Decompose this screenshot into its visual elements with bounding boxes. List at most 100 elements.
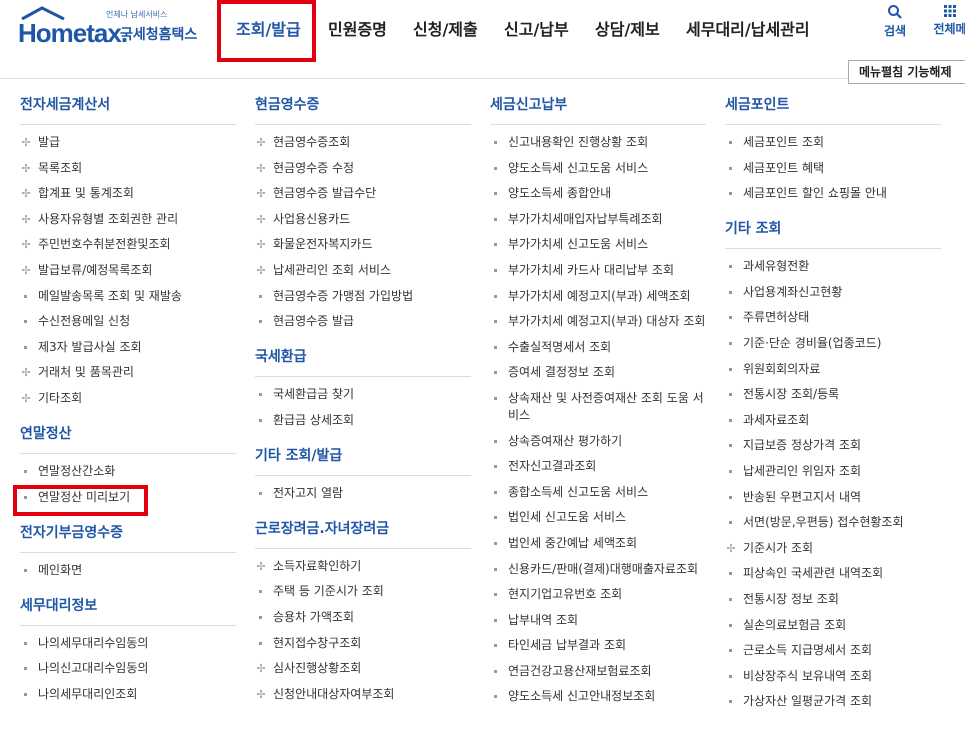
category-title[interactable]: 전자기부금영수증 [20,522,236,553]
square-bullet-icon [729,469,732,473]
nav-item-2[interactable]: 민원증명 [328,16,387,40]
menu-item[interactable]: 위원회회의자료 [725,361,941,378]
menu-item[interactable]: 현지기업고유번호 조회 [490,586,706,603]
nav-item-3[interactable]: 신청/제출 [413,16,478,40]
menu-item[interactable]: 법인세 신고도움 서비스 [490,509,706,526]
menu-item[interactable]: 현금영수증 발급 [255,313,471,330]
menu-item[interactable]: ✢ 소득자료확인하기 [255,558,471,575]
menu-item[interactable]: ✢ 현금영수증 수정 [255,160,471,177]
menu-item[interactable]: ✢ 신청안내대상자여부조회 [255,686,471,703]
menu-item-label: 사업용계좌신고현황 [743,284,843,299]
category-title[interactable]: 근로장려금.자녀장려금 [255,518,471,549]
category-title[interactable]: 기타 조회/발급 [255,445,471,476]
menu-expand-toggle-button[interactable]: 메뉴펼침 기능해제 [848,60,965,84]
menu-item[interactable]: ✢ 현금영수증조회 [255,134,471,151]
menu-item[interactable]: 실손의료보험금 조회 [725,617,941,634]
category-title[interactable]: 세무대리정보 [20,595,236,626]
menu-item[interactable]: 연말정산간소화 [20,463,236,480]
menu-item[interactable]: 양도소득세 종합안내 [490,185,706,202]
category-title[interactable]: 국세환급 [255,346,471,378]
menu-item[interactable]: ✢ 기타조회 [20,390,236,407]
all-menu-button[interactable]: 전체메 [930,4,965,37]
menu-item[interactable]: 현금영수증 가맹점 가입방법 [255,288,471,305]
menu-item[interactable]: ✢ 사업용신용카드 [255,211,471,228]
menu-item[interactable]: 신용카드/판매(결제)대행매출자료조회 [490,561,706,578]
menu-item[interactable]: 종합소득세 신고도움 서비스 [490,484,706,501]
menu-item[interactable]: ✢ 주민번호수취분전환및조회 [20,236,236,253]
menu-item[interactable]: 근로소득 지급명세서 조회 [725,642,941,659]
menu-item[interactable]: 전자신고결과조회 [490,458,706,475]
menu-item[interactable]: 세금포인트 혜택 [725,160,941,177]
menu-item[interactable]: 부가가치세 예정고지(부과) 세액조회 [490,288,706,305]
menu-item[interactable]: 상속증여재산 평가하기 [490,433,706,450]
square-bullet-icon [24,667,27,671]
menu-item[interactable]: 가상자산 일평균가격 조회 [725,693,941,710]
menu-item[interactable]: 전자고지 열람 [255,485,471,502]
menu-item[interactable]: 나의세무대리수임동의 [20,635,236,652]
menu-item[interactable]: 주류면허상태 [725,309,941,326]
menu-item[interactable]: ✢ 화물운전자복지카드 [255,236,471,253]
menu-item[interactable]: 사업용계좌신고현황 [725,284,941,301]
menu-item[interactable]: ✢ 목록조회 [20,160,236,177]
menu-item[interactable]: 서면(방문,우편등) 접수현황조회 [725,514,941,531]
menu-item[interactable]: ✢ 사용자유형별 조회권한 관리 [20,211,236,228]
menu-item[interactable]: 지급보증 정상가격 조회 [725,437,941,454]
menu-item[interactable]: 환급금 상세조회 [255,412,471,429]
menu-item-label: 사업용신용카드 [273,211,351,226]
menu-item[interactable]: 승용차 가액조회 [255,609,471,626]
menu-item[interactable]: 부가가치세매입자납부특례조회 [490,211,706,228]
menu-item[interactable]: 납세관리인 위임자 조회 [725,463,941,480]
menu-item[interactable]: 현지접수창구조회 [255,635,471,652]
search-button[interactable]: 검색 [884,4,906,39]
menu-item[interactable]: 연금건강고용산재보험료조회 [490,663,706,680]
menu-item[interactable]: 나의신고대리수임동의 [20,660,236,677]
menu-item[interactable]: 양도소득세 신고안내정보조회 [490,688,706,705]
menu-item[interactable]: 피상속인 국세관련 내역조회 [725,565,941,582]
nav-item-4[interactable]: 신고/납부 [504,16,569,40]
menu-item[interactable]: 부가가치세 예정고지(부과) 대상자 조회 [490,313,706,330]
menu-item[interactable]: ✢ 납세관리인 조회 서비스 [255,262,471,279]
menu-item[interactable]: 타인세금 납부결과 조회 [490,637,706,654]
nav-item-6[interactable]: 세무대리/납세관리 [686,16,810,40]
nav-item-5[interactable]: 상담/제보 [595,16,660,40]
menu-item[interactable]: 전통시장 조회/등록 [725,386,941,403]
menu-item[interactable]: 과세자료조회 [725,412,941,429]
menu-item[interactable]: ✢ 심사진행상황조회 [255,660,471,677]
category-title[interactable]: 세금신고납부 [490,94,706,125]
menu-item[interactable]: 비상장주식 보유내역 조회 [725,668,941,685]
menu-item[interactable]: 주택 등 기준시가 조회 [255,583,471,600]
menu-item[interactable]: 법인세 중간예납 세액조회 [490,535,706,552]
menu-item[interactable]: 부가가치세 신고도움 서비스 [490,236,706,253]
menu-item[interactable]: ✢ 발급 [20,134,236,151]
menu-item[interactable]: ✢ 합계표 및 통계조회 [20,185,236,202]
menu-item[interactable]: 세금포인트 조회 [725,134,941,151]
menu-item[interactable]: 반송된 우편고지서 내역 [725,489,941,506]
hometax-logo[interactable]: 언제나 납세서비스 Hometax. 국세청홈택스 [18,4,208,48]
category-title[interactable]: 기타 조회 [725,218,941,250]
category-title[interactable]: 전자세금계산서 [20,94,236,125]
menu-item[interactable]: 메일발송목록 조회 및 재발송 [20,288,236,305]
menu-item[interactable]: 상속재산 및 사전증여재산 조회 도움 서비스 [490,390,706,424]
menu-item[interactable]: 국세환급금 찾기 [255,386,471,403]
menu-item[interactable]: 기준·단순 경비율(업종코드) [725,335,941,352]
menu-item[interactable]: 양도소득세 신고도움 서비스 [490,160,706,177]
menu-item[interactable]: 신고내용확인 진행상황 조회 [490,134,706,151]
menu-item[interactable]: 메인화면 [20,562,236,579]
menu-item[interactable]: 부가가치세 카드사 대리납부 조회 [490,262,706,279]
menu-item[interactable]: 세금포인트 할인 쇼핑몰 안내 [725,185,941,202]
menu-item[interactable]: 수신전용메일 신청 [20,313,236,330]
menu-item[interactable]: ✢ 현금영수증 발급수단 [255,185,471,202]
category-title[interactable]: 연말정산 [20,423,236,454]
menu-item[interactable]: 나의세무대리인조회 [20,686,236,703]
menu-item[interactable]: ✢ 발급보류/예정목록조회 [20,262,236,279]
category-title[interactable]: 현금영수증 [255,94,471,125]
menu-item[interactable]: ✢ 기준시가 조회 [725,540,941,557]
menu-item[interactable]: 증여세 결정정보 조회 [490,364,706,381]
menu-item[interactable]: 제3자 발급사실 조회 [20,339,236,356]
menu-item[interactable]: 납부내역 조회 [490,612,706,629]
menu-item[interactable]: ✢ 거래처 및 품목관리 [20,364,236,381]
menu-item[interactable]: 수출실적명세서 조회 [490,339,706,356]
menu-item[interactable]: 과세유형전환 [725,258,941,275]
menu-item[interactable]: 전통시장 정보 조회 [725,591,941,608]
category-title[interactable]: 세금포인트 [725,94,941,125]
